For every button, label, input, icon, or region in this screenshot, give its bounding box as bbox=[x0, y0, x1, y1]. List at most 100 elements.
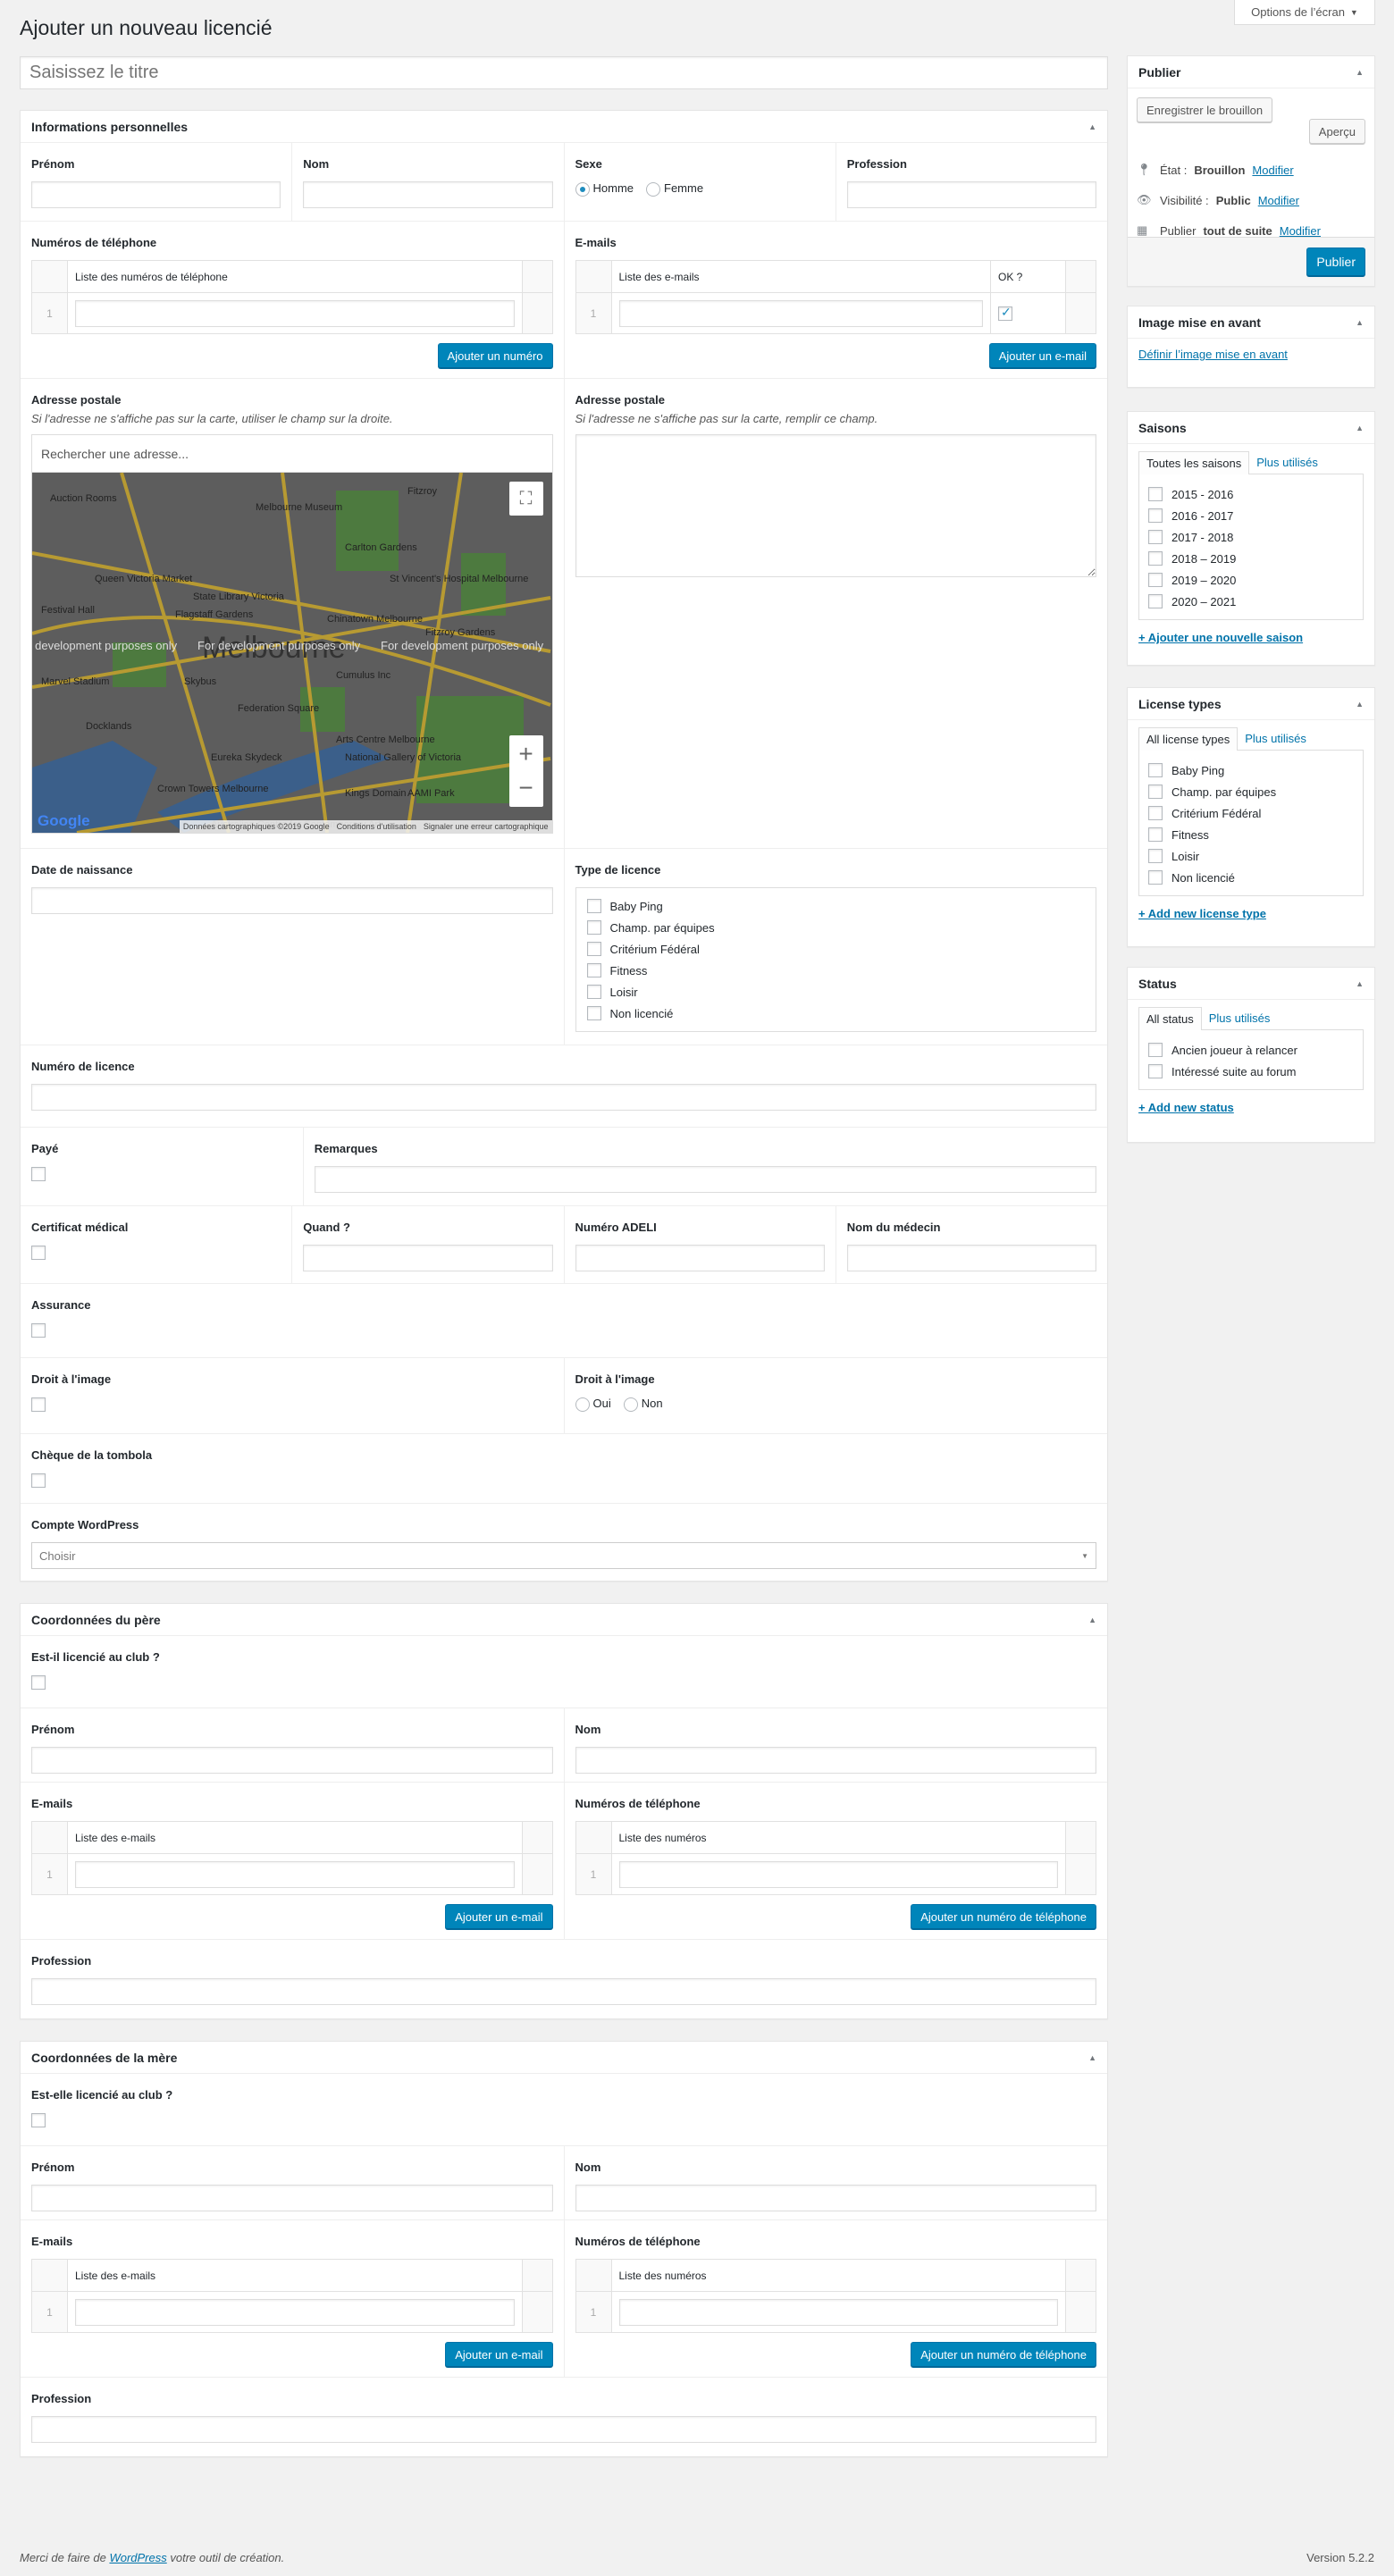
address-search-input[interactable]: Rechercher une adresse... bbox=[32, 435, 552, 473]
tab-popular[interactable]: Plus utilisés bbox=[1238, 727, 1314, 750]
checklist-item[interactable]: Baby Ping bbox=[1148, 759, 1354, 781]
tab-popular[interactable]: Plus utilisés bbox=[1249, 451, 1325, 474]
collapse-arrow-icon[interactable]: ▲ bbox=[1088, 2053, 1096, 2062]
license-type-option[interactable]: Baby Ping bbox=[586, 895, 1086, 917]
row-handle[interactable] bbox=[521, 1853, 553, 1895]
checkbox[interactable] bbox=[1148, 1064, 1163, 1078]
row-handle[interactable] bbox=[521, 292, 553, 334]
checkbox[interactable] bbox=[1148, 785, 1163, 799]
tab-popular[interactable]: Plus utilisés bbox=[1202, 1007, 1278, 1029]
medical-checkbox[interactable] bbox=[31, 1245, 46, 1260]
license-type-option[interactable]: Loisir bbox=[586, 981, 1086, 1003]
radio-non[interactable]: Non bbox=[623, 1397, 663, 1412]
checkbox[interactable] bbox=[586, 963, 601, 978]
image-right-checkbox[interactable] bbox=[31, 1397, 46, 1412]
phones-input[interactable] bbox=[618, 1860, 1058, 1888]
box-header[interactable]: License types ▲ bbox=[1128, 688, 1374, 720]
license-type-option[interactable]: Fitness bbox=[586, 960, 1086, 981]
ok-checkbox[interactable]: ✓ bbox=[998, 305, 1012, 321]
checklist-item[interactable]: Ancien joueur à relancer bbox=[1148, 1039, 1354, 1061]
profession-input[interactable] bbox=[846, 181, 1096, 208]
wordpress-link[interactable]: WordPress bbox=[109, 2551, 166, 2564]
add-emails-button[interactable]: Ajouter un e-mail bbox=[445, 1904, 553, 1929]
report-error-link[interactable]: Signaler une erreur cartographique bbox=[424, 822, 549, 831]
checkbox[interactable] bbox=[1148, 551, 1163, 566]
fullscreen-icon[interactable]: ⛶ bbox=[508, 482, 543, 516]
add-term-link[interactable]: + Add new status bbox=[1138, 1101, 1234, 1114]
checkbox[interactable] bbox=[586, 1006, 601, 1020]
license-type-option[interactable]: Champ. par équipes bbox=[586, 917, 1086, 938]
checklist-item[interactable]: 2019 – 2020 bbox=[1148, 569, 1354, 591]
birth-date-input[interactable] bbox=[31, 887, 553, 914]
edit-status-link[interactable]: Modifier bbox=[1252, 164, 1293, 177]
row-handle[interactable] bbox=[1065, 292, 1096, 334]
add-phone-button[interactable]: Ajouter un numéro bbox=[437, 343, 553, 368]
edit-schedule-link[interactable]: Modifier bbox=[1280, 224, 1321, 238]
checklist-item[interactable]: Fitness bbox=[1148, 824, 1354, 845]
checkbox[interactable] bbox=[586, 899, 601, 913]
box-header[interactable]: Saisons ▲ bbox=[1128, 412, 1374, 444]
checklist-item[interactable]: 2018 – 2019 bbox=[1148, 548, 1354, 569]
checkbox[interactable] bbox=[1148, 487, 1163, 501]
checklist-item[interactable]: 2016 - 2017 bbox=[1148, 505, 1354, 526]
add-term-link[interactable]: + Add new license type bbox=[1138, 907, 1266, 920]
box-header[interactable]: Coordonnées du père ▲ bbox=[21, 1604, 1107, 1636]
wp-account-select[interactable]: Choisir ▼ bbox=[31, 1542, 1096, 1569]
checklist-item[interactable]: 2015 - 2016 bbox=[1148, 483, 1354, 505]
checklist-item[interactable]: 2017 - 2018 bbox=[1148, 526, 1354, 548]
emails-input[interactable] bbox=[75, 1860, 515, 1888]
radio-homme[interactable]: Homme bbox=[575, 181, 634, 197]
collapse-arrow-icon[interactable]: ▲ bbox=[1088, 1615, 1096, 1624]
when-input[interactable] bbox=[303, 1245, 553, 1271]
checkbox[interactable] bbox=[586, 920, 601, 935]
phone-input[interactable] bbox=[75, 299, 515, 327]
collapse-arrow-icon[interactable]: ▲ bbox=[1356, 318, 1364, 327]
nom-input[interactable] bbox=[575, 1747, 1096, 1774]
add-phones-button[interactable]: Ajouter un numéro de téléphone bbox=[911, 1904, 1096, 1929]
prenom-input[interactable] bbox=[31, 2185, 553, 2211]
title-input[interactable] bbox=[20, 56, 1108, 89]
nom-input[interactable] bbox=[575, 2185, 1096, 2211]
checklist-item[interactable]: Critérium Fédéral bbox=[1148, 802, 1354, 824]
checklist-item[interactable]: Non licencié bbox=[1148, 867, 1354, 888]
collapse-arrow-icon[interactable]: ▲ bbox=[1356, 68, 1364, 77]
checklist-item[interactable]: Champ. par équipes bbox=[1148, 781, 1354, 802]
add-term-link[interactable]: + Ajouter une nouvelle saison bbox=[1138, 631, 1303, 644]
tab-all[interactable]: Toutes les saisons bbox=[1138, 451, 1250, 474]
address-textarea[interactable] bbox=[575, 434, 1096, 577]
license-type-option[interactable]: Critérium Fédéral bbox=[586, 938, 1086, 960]
save-draft-button[interactable]: Enregistrer le brouillon bbox=[1137, 97, 1273, 122]
remarks-input[interactable] bbox=[314, 1166, 1096, 1193]
checkbox[interactable] bbox=[1148, 594, 1163, 608]
nom-input[interactable] bbox=[303, 181, 553, 208]
checkbox[interactable] bbox=[1148, 530, 1163, 544]
collapse-arrow-icon[interactable]: ▲ bbox=[1356, 700, 1364, 709]
tab-all[interactable]: All status bbox=[1138, 1007, 1202, 1030]
preview-button[interactable]: Aperçu bbox=[1308, 119, 1365, 144]
checkbox[interactable] bbox=[1148, 849, 1163, 863]
paid-checkbox[interactable] bbox=[31, 1166, 46, 1181]
radio-femme[interactable]: Femme bbox=[646, 181, 703, 197]
license-number-input[interactable] bbox=[31, 1084, 1096, 1111]
checklist-item[interactable]: Loisir bbox=[1148, 845, 1354, 867]
checkbox[interactable] bbox=[1148, 870, 1163, 885]
checkbox[interactable] bbox=[1148, 806, 1163, 820]
tombola-checkbox[interactable] bbox=[31, 1473, 46, 1488]
license-type-option[interactable]: Non licencié bbox=[586, 1003, 1086, 1024]
add-emails-button[interactable]: Ajouter un e-mail bbox=[445, 2342, 553, 2367]
box-header[interactable]: Informations personnelles ▲ bbox=[21, 111, 1107, 143]
insurance-checkbox[interactable] bbox=[31, 1322, 46, 1338]
terms-link[interactable]: Conditions d'utilisation bbox=[337, 822, 416, 831]
publish-button[interactable]: Publier bbox=[1306, 248, 1365, 276]
checkbox[interactable] bbox=[1148, 827, 1163, 842]
checkbox[interactable] bbox=[1148, 1043, 1163, 1057]
prenom-input[interactable] bbox=[31, 1747, 553, 1774]
box-header[interactable]: Status ▲ bbox=[1128, 968, 1374, 1000]
licensed-checkbox[interactable] bbox=[31, 2112, 46, 2127]
collapse-arrow-icon[interactable]: ▲ bbox=[1356, 424, 1364, 432]
add-email-button[interactable]: Ajouter un e-mail bbox=[988, 343, 1096, 368]
zoom-in-icon[interactable]: + bbox=[518, 737, 533, 771]
box-header[interactable]: Coordonnées de la mère ▲ bbox=[21, 2042, 1107, 2074]
set-featured-image-link[interactable]: Définir l’image mise en avant bbox=[1138, 348, 1288, 361]
zoom-out-icon[interactable]: − bbox=[518, 771, 533, 805]
